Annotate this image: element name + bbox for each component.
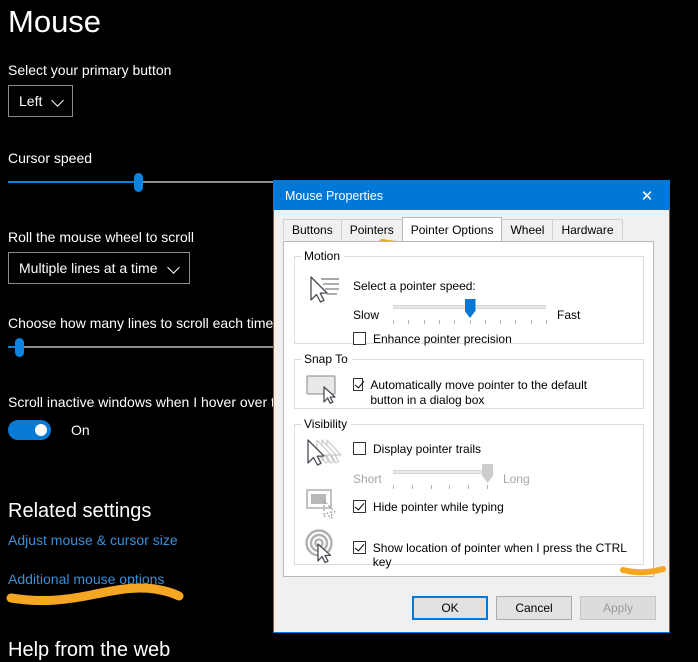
trackbar-ticks	[393, 320, 547, 325]
show-pointer-location-icon	[305, 529, 333, 564]
apply-button: Apply	[580, 596, 656, 620]
pointer-trails-icon	[307, 439, 342, 466]
scroll-inactive-toggle-row[interactable]: On	[8, 420, 90, 440]
trails-min-label: Short	[353, 472, 382, 486]
snap-to-group: Snap To Automatically move pointer to th…	[294, 352, 644, 409]
primary-button-label: Select your primary button	[8, 62, 172, 78]
wheel-scroll-value: Multiple lines at a time	[19, 260, 158, 276]
scroll-inactive-label: Scroll inactive windows when I hover ove…	[8, 394, 303, 410]
show-pointer-location-checkbox[interactable]	[353, 541, 366, 554]
tab-wheel[interactable]: Wheel	[501, 219, 554, 240]
snap-to-button-icon	[306, 375, 336, 404]
snap-to-auto-move-label: Automatically move pointer to the defaul…	[370, 378, 588, 407]
page-title: Mouse	[8, 4, 102, 39]
motion-legend: Motion	[304, 249, 341, 263]
pointer-options-panel: Motion Select a pointer speed: Slow Fast…	[283, 241, 654, 577]
link-additional-mouse-options[interactable]: Additional mouse options	[8, 571, 164, 587]
related-settings-heading: Related settings	[8, 500, 152, 522]
display-trails-label: Display pointer trails	[373, 442, 482, 456]
enhance-precision-checkbox[interactable]	[353, 332, 366, 345]
dialog-titlebar[interactable]: Mouse Properties ✕	[274, 181, 669, 210]
trackbar-thumb[interactable]	[464, 299, 476, 318]
hide-pointer-typing-icon	[306, 489, 336, 520]
cancel-button[interactable]: Cancel	[496, 596, 572, 620]
slider-thumb[interactable]	[15, 338, 25, 357]
enhance-precision-label: Enhance pointer precision	[373, 332, 512, 346]
lines-to-scroll-label: Choose how many lines to scroll each tim…	[8, 315, 274, 331]
mouse-properties-dialog[interactable]: Mouse Properties ✕ Buttons Pointers Poin…	[273, 180, 670, 633]
slider-fill	[8, 181, 138, 183]
visibility-group: Visibility Display pointer trails Short	[294, 417, 644, 569]
show-pointer-location-row[interactable]: Show location of pointer when I press th…	[353, 541, 643, 569]
chevron-down-icon	[52, 94, 66, 108]
dialog-button-row[interactable]: OK Cancel Apply	[274, 596, 669, 620]
tab-pointers[interactable]: Pointers	[340, 219, 403, 240]
show-pointer-location-label: Show location of pointer when I press th…	[372, 541, 627, 569]
pointer-speed-icon	[310, 276, 339, 303]
scroll-inactive-toggle[interactable]	[8, 420, 51, 440]
hide-pointer-typing-row[interactable]: Hide pointer while typing	[353, 500, 504, 514]
pointer-speed-prompt: Select a pointer speed:	[353, 279, 476, 293]
display-trails-checkbox[interactable]	[353, 442, 366, 455]
primary-button-select[interactable]: Left	[8, 85, 73, 117]
close-icon[interactable]: ✕	[625, 181, 669, 210]
hide-pointer-typing-checkbox[interactable]	[353, 500, 366, 513]
trackbar-thumb[interactable]	[482, 464, 494, 483]
hide-pointer-typing-label: Hide pointer while typing	[373, 500, 504, 514]
wheel-scroll-select[interactable]: Multiple lines at a time	[8, 252, 190, 284]
visibility-legend: Visibility	[304, 417, 348, 431]
wheel-scroll-label: Roll the mouse wheel to scroll	[8, 229, 194, 245]
toggle-knob	[35, 424, 47, 436]
trails-max-label: Long	[503, 472, 530, 486]
motion-group: Motion Select a pointer speed: Slow Fast…	[294, 249, 644, 346]
tab-pointer-options[interactable]: Pointer Options	[401, 217, 503, 241]
trackbar-ticks	[393, 485, 492, 490]
tab-buttons[interactable]: Buttons	[283, 219, 342, 240]
dialog-tabstrip[interactable]: Buttons Pointers Pointer Options Wheel H…	[283, 217, 669, 241]
dialog-title: Mouse Properties	[285, 188, 383, 203]
pointer-speed-min-label: Slow	[353, 308, 380, 322]
scroll-inactive-state: On	[71, 422, 90, 438]
display-trails-row[interactable]: Display pointer trails	[353, 442, 481, 456]
snap-to-auto-move-checkbox[interactable]	[353, 378, 364, 391]
lines-to-scroll-slider[interactable]	[8, 333, 290, 361]
snap-to-legend: Snap To	[304, 352, 348, 366]
pointer-speed-max-label: Fast	[557, 308, 581, 322]
chevron-down-icon	[168, 261, 182, 275]
trackbar-track	[393, 470, 492, 474]
link-adjust-mouse-cursor-size[interactable]: Adjust mouse & cursor size	[8, 532, 178, 548]
tab-hardware[interactable]: Hardware	[552, 219, 623, 240]
cursor-speed-label: Cursor speed	[8, 150, 93, 166]
ok-button[interactable]: OK	[412, 596, 488, 620]
enhance-precision-row[interactable]: Enhance pointer precision	[353, 332, 512, 346]
snap-to-auto-move-row[interactable]: Automatically move pointer to the defaul…	[353, 378, 623, 408]
slider-thumb[interactable]	[133, 173, 143, 192]
slider-track	[8, 346, 290, 348]
primary-button-value: Left	[19, 93, 43, 109]
cursor-speed-slider[interactable]	[8, 168, 290, 196]
